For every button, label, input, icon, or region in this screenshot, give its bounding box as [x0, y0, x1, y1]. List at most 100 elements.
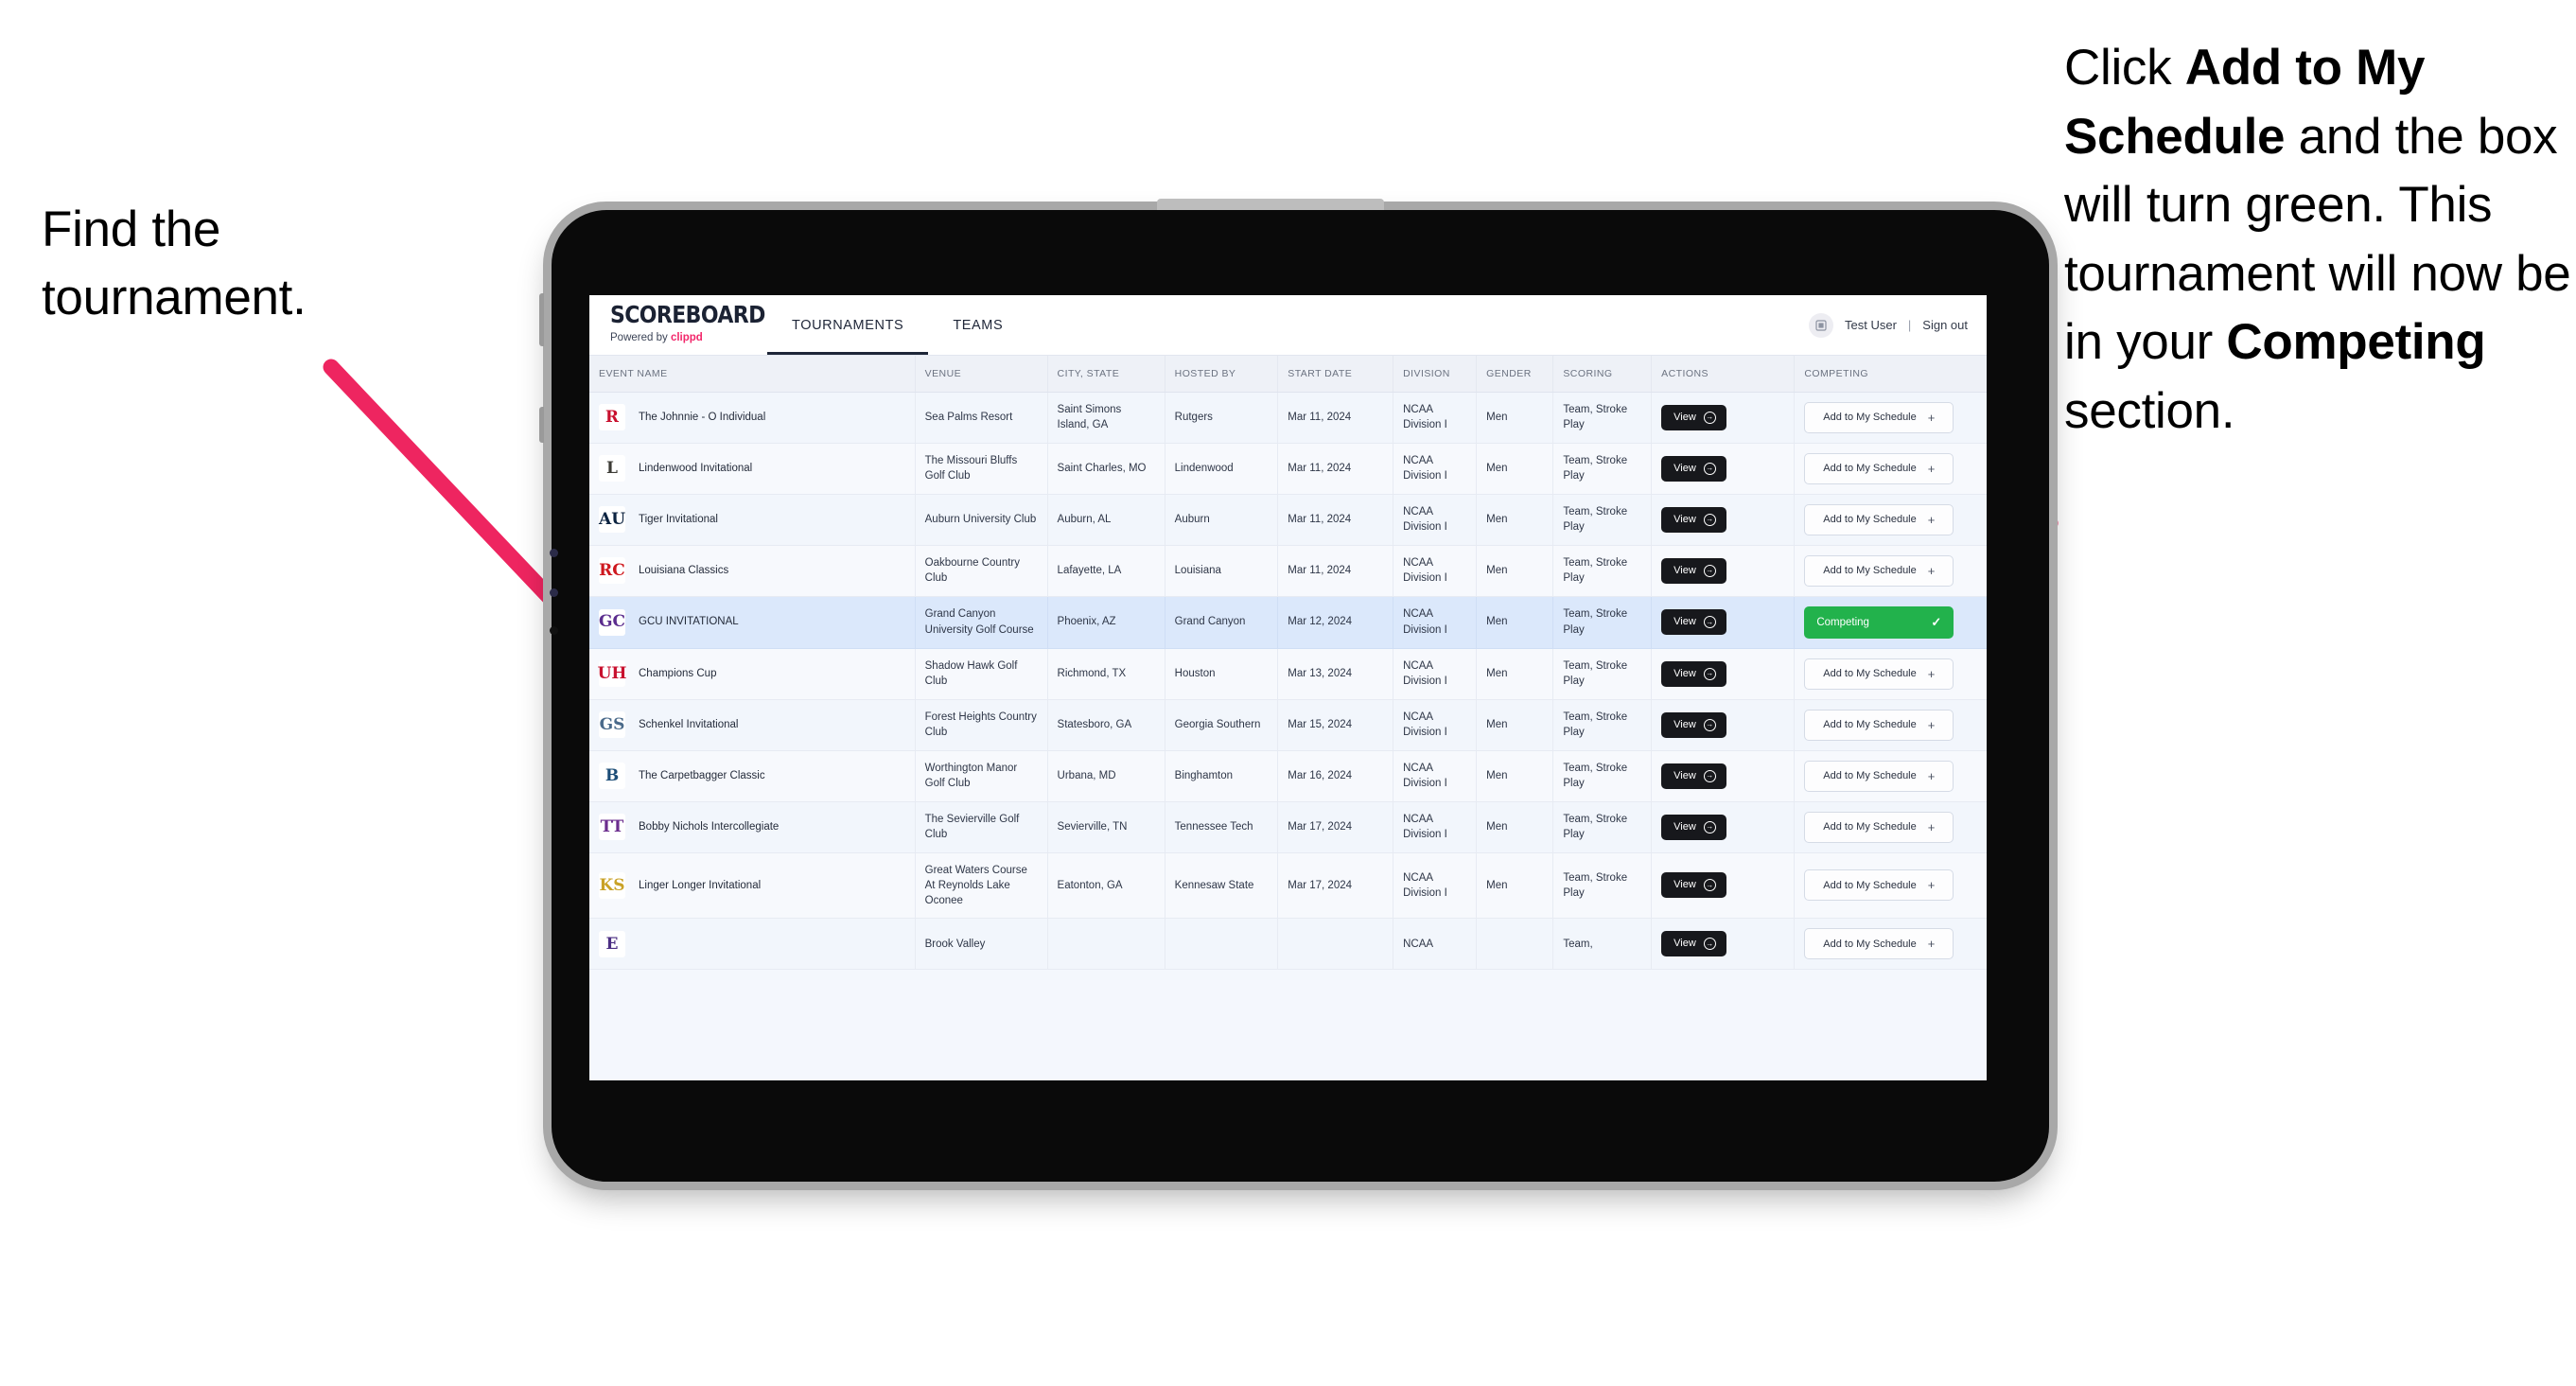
header-separator: | [1907, 318, 1912, 332]
table-row[interactable]: KS Linger Longer Invitational Great Waters… [589, 852, 1987, 920]
table-header-row: EVENT NAME VENUE CITY, STATE HOSTED BY S… [589, 356, 1987, 393]
view-button[interactable]: View → [1661, 763, 1726, 789]
cell-hosted-by [1165, 918, 1279, 971]
cell-start-date: Mar 15, 2024 [1277, 699, 1394, 751]
team-logo-icon: RC [599, 557, 625, 584]
cell-gender: Men [1476, 750, 1554, 802]
cell-venue: Auburn University Club [915, 494, 1048, 546]
user-avatar-icon[interactable] [1809, 312, 1833, 338]
arrow-right-circle-icon: → [1703, 938, 1716, 951]
view-button[interactable]: View → [1661, 557, 1726, 584]
add-to-my-schedule-button[interactable]: Add to My Schedule + [1804, 869, 1954, 902]
cell-hosted-by: Rutgers [1165, 392, 1279, 444]
tab-teams[interactable]: TEAMS [928, 295, 1027, 355]
table-row[interactable]: GS Schenkel Invitational Forest Heights Co… [589, 699, 1987, 751]
cell-venue: Great Waters Course At Reynolds Lake Oco… [915, 852, 1048, 920]
add-to-my-schedule-button[interactable]: Add to My Schedule + [1804, 554, 1954, 587]
col-division[interactable]: DIVISION [1393, 356, 1478, 393]
add-to-my-schedule-button[interactable]: Add to My Schedule + [1804, 658, 1954, 690]
table-row-selected[interactable]: GC GCU INVITATIONAL Grand Canyon Universit… [589, 596, 1987, 649]
view-button[interactable]: View → [1661, 872, 1726, 899]
add-to-my-schedule-button[interactable]: Add to My Schedule + [1804, 760, 1954, 792]
view-button[interactable]: View → [1661, 814, 1726, 840]
table-row[interactable]: RC Louisiana Classics Oakbourne Country Cl… [589, 545, 1987, 597]
view-button-label: View [1674, 513, 1696, 525]
cell-start-date: Mar 17, 2024 [1277, 852, 1394, 920]
annotation-find-tournament: Find the tournament. [42, 202, 307, 326]
cell-venue: The Sevierville Golf Club [915, 801, 1048, 853]
cell-actions: View → [1651, 392, 1796, 444]
table-row[interactable]: TT Bobby Nichols Intercollegiate The Sevie… [589, 801, 1987, 853]
cell-start-date: Mar 12, 2024 [1277, 596, 1394, 649]
view-button[interactable]: View → [1661, 931, 1726, 957]
competing-button[interactable]: Competing ✓ [1804, 605, 1954, 639]
table-row[interactable]: B The Carpetbagger Classic Worthington Man… [589, 750, 1987, 802]
add-to-my-schedule-button[interactable]: Add to My Schedule + [1804, 503, 1954, 535]
tablet-volume-up-button [539, 293, 544, 346]
tablet-side-dot-2 [550, 588, 558, 597]
cell-start-date: Mar 11, 2024 [1277, 494, 1394, 546]
view-button-label: View [1674, 879, 1696, 891]
view-button-label: View [1674, 616, 1696, 627]
col-scoring[interactable]: SCORING [1552, 356, 1653, 393]
view-button[interactable]: View → [1661, 404, 1726, 430]
cell-actions: View → [1651, 801, 1796, 853]
plus-icon: + [1927, 768, 1936, 783]
plus-icon: + [1927, 819, 1936, 834]
add-to-my-schedule-label: Add to My Schedule [1823, 514, 1917, 525]
cell-competing: Add to My Schedule + [1794, 494, 1987, 546]
user-name-label: Test User [1845, 318, 1897, 332]
view-button[interactable]: View → [1661, 609, 1726, 635]
cell-competing: Add to My Schedule + [1794, 801, 1987, 853]
col-venue[interactable]: VENUE [915, 356, 1048, 393]
col-start-date[interactable]: START DATE [1277, 356, 1394, 393]
tournaments-table-scroll[interactable]: EVENT NAME VENUE CITY, STATE HOSTED BY S… [589, 356, 1987, 1080]
add-to-my-schedule-button[interactable]: Add to My Schedule + [1804, 811, 1954, 843]
annotation-text: section. [2064, 383, 2235, 440]
cell-scoring: Team, Stroke Play [1552, 392, 1653, 444]
cell-competing: Add to My Schedule + [1794, 545, 1987, 597]
cell-venue: Forest Heights Country Club [915, 699, 1048, 751]
col-gender[interactable]: GENDER [1476, 356, 1554, 393]
cell-hosted-by: Auburn [1165, 494, 1279, 546]
plus-icon: + [1927, 512, 1936, 527]
team-logo-icon: AU [599, 506, 625, 533]
view-button-label: View [1674, 564, 1696, 576]
col-hosted-by[interactable]: HOSTED BY [1165, 356, 1279, 393]
table-row[interactable]: E Brook Valley NCAA Team, View → Add to My Sch… [589, 918, 1987, 971]
cell-city-state [1047, 918, 1165, 971]
team-logo-icon: GS [599, 711, 625, 738]
cell-event-name: L Lindenwood Invitational [589, 443, 916, 495]
view-button[interactable]: View → [1661, 660, 1726, 687]
event-name-label: Louisiana Classics [639, 564, 729, 576]
cell-division: NCAA Division I [1393, 494, 1478, 546]
add-to-my-schedule-label: Add to My Schedule [1823, 412, 1917, 423]
table-row[interactable]: R The Johnnie - O Individual Sea Palms Res… [589, 392, 1987, 444]
add-to-my-schedule-button[interactable]: Add to My Schedule + [1804, 452, 1954, 484]
view-button[interactable]: View → [1661, 455, 1726, 482]
event-name-label: GCU INVITATIONAL [639, 616, 739, 628]
cell-division: NCAA Division I [1393, 596, 1478, 649]
table-row[interactable]: AU Tiger Invitational Auburn University Cl… [589, 494, 1987, 546]
col-city-state[interactable]: CITY, STATE [1047, 356, 1165, 393]
team-logo-icon: KS [599, 871, 625, 899]
view-button-label: View [1674, 462, 1696, 474]
add-to-my-schedule-button[interactable]: Add to My Schedule + [1804, 709, 1954, 741]
view-button[interactable]: View → [1661, 506, 1726, 533]
tab-tournaments[interactable]: TOURNAMENTS [767, 295, 928, 355]
view-button[interactable]: View → [1661, 711, 1726, 738]
annotation-emphasis: Competing [2226, 314, 2486, 371]
table-row[interactable]: UH Champions Cup Shadow Hawk Golf Club Rich… [589, 648, 1987, 700]
cell-hosted-by: Kennesaw State [1165, 852, 1279, 920]
brand-logo[interactable]: SCOREBOARD Powered by clippd [589, 295, 765, 355]
cell-venue: Oakbourne Country Club [915, 545, 1048, 597]
table-row[interactable]: L Lindenwood Invitational The Missouri Blu… [589, 443, 1987, 495]
plus-icon: + [1927, 410, 1936, 425]
main-nav-tabs: TOURNAMENTS TEAMS [767, 295, 1027, 355]
add-to-my-schedule-button[interactable]: Add to My Schedule + [1804, 928, 1954, 960]
col-event-name[interactable]: EVENT NAME [589, 356, 916, 393]
sign-out-link[interactable]: Sign out [1922, 318, 1968, 332]
check-icon: ✓ [1931, 614, 1942, 629]
add-to-my-schedule-button[interactable]: Add to My Schedule + [1804, 401, 1954, 433]
team-logo-icon: R [599, 404, 625, 430]
